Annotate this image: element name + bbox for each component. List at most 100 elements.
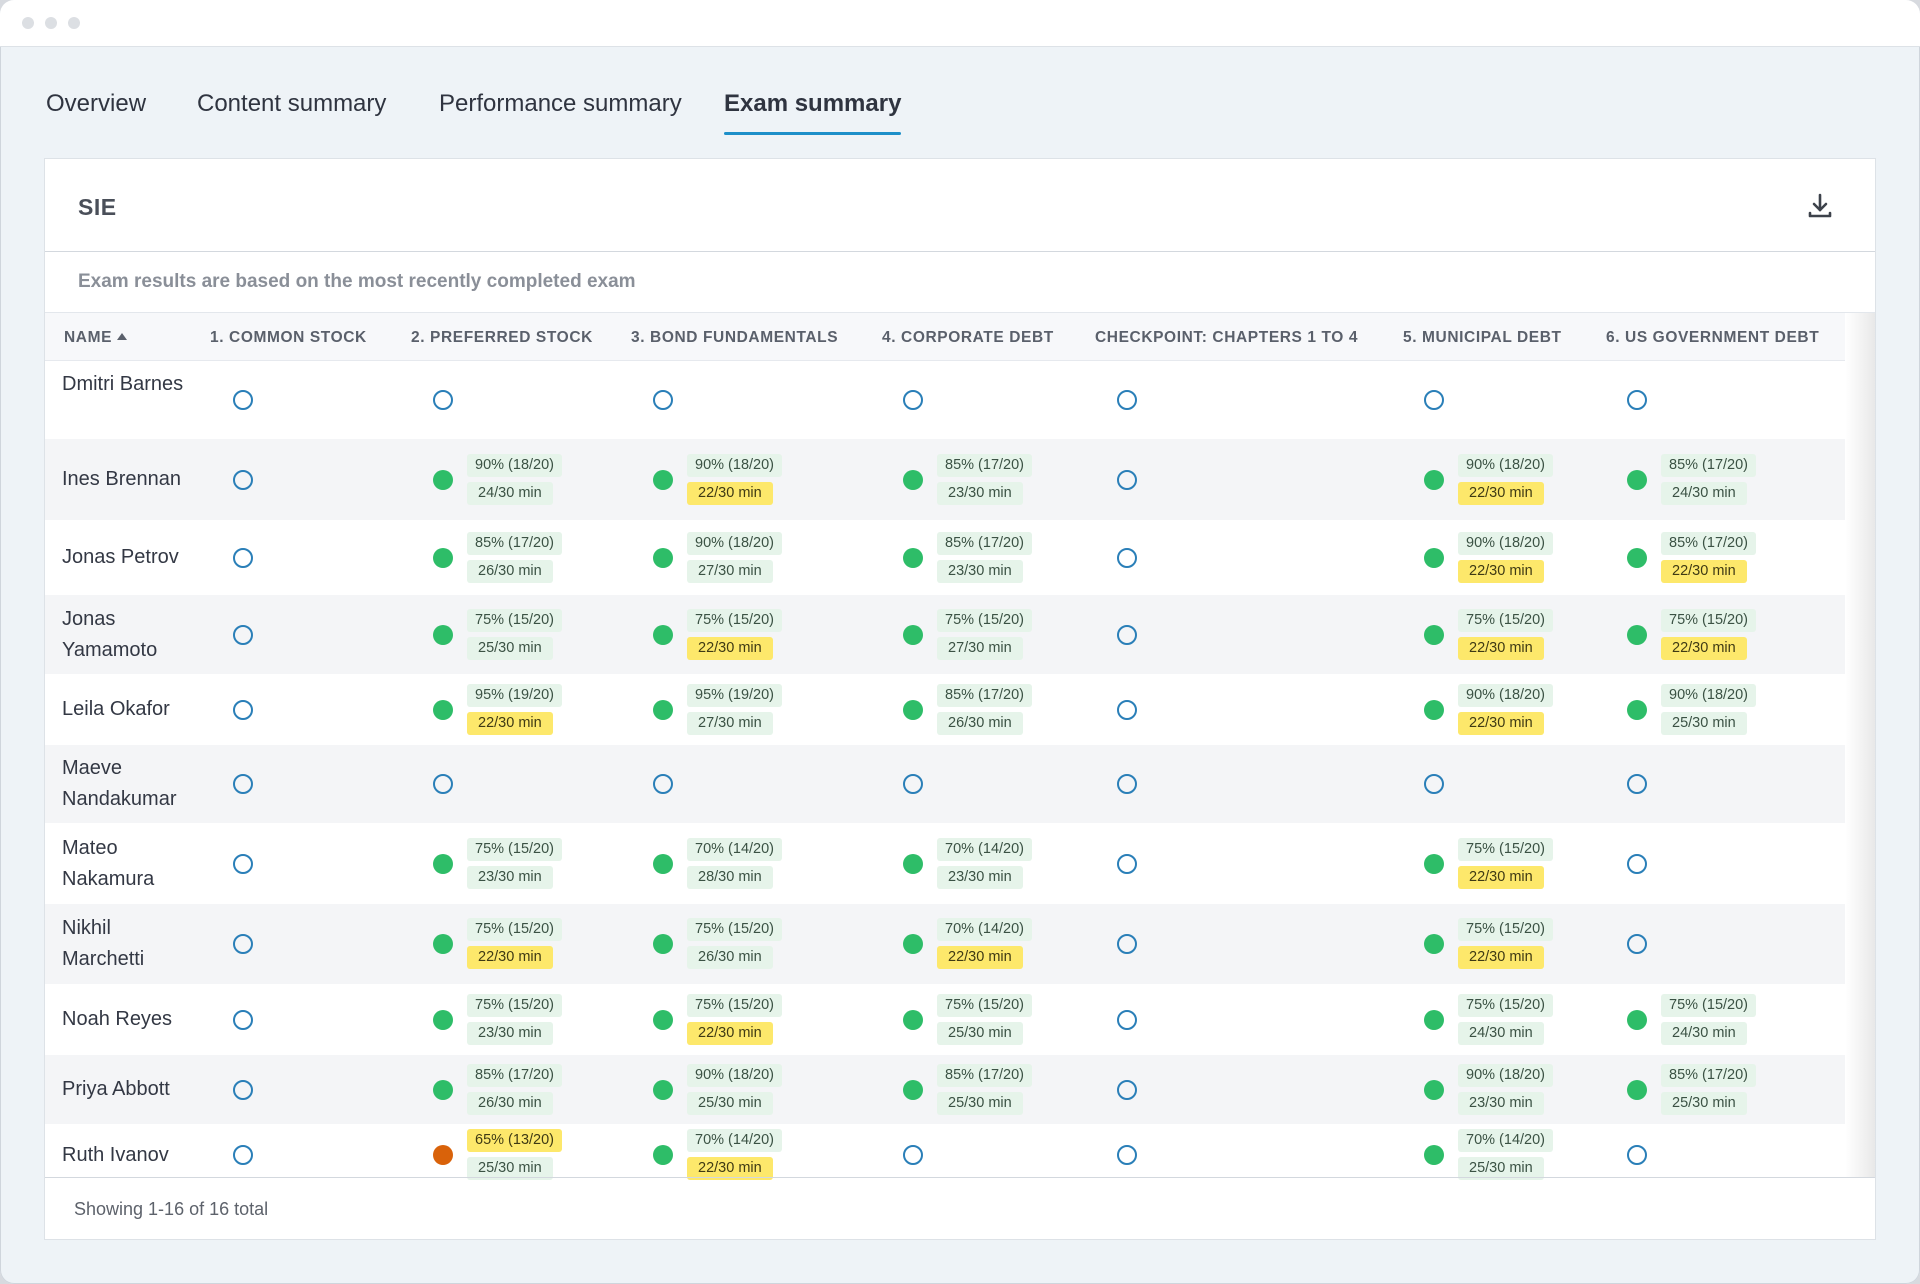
passed-status-dot-us-government-debt[interactable] xyxy=(1627,547,1647,568)
passed-status-dot-preferred-stock[interactable] xyxy=(433,469,453,490)
not-started-status-dot-common-stock[interactable] xyxy=(233,390,253,410)
not-started-status-dot-checkpoint[interactable] xyxy=(1117,774,1137,794)
passed-status-dot-municipal-debt[interactable] xyxy=(1424,469,1444,490)
not-started-status-dot-common-stock[interactable] xyxy=(233,469,253,490)
column-header-municipal-debt[interactable]: 5. MUNICIPAL DEBT xyxy=(1403,329,1562,347)
column-header-us-government-debt[interactable]: 6. US GOVERNMENT DEBT xyxy=(1606,329,1819,347)
passed-status-dot-bond-fundamentals[interactable] xyxy=(653,1145,673,1165)
column-header-preferred-stock[interactable]: 2. PREFERRED STOCK xyxy=(411,329,593,347)
window-minimize-dot[interactable] xyxy=(45,17,57,29)
student-name[interactable]: Maeve Nandakumar xyxy=(62,753,192,815)
not-started-status-dot-corporate-debt[interactable] xyxy=(903,390,923,410)
student-name[interactable]: Mateo Nakamura xyxy=(62,833,192,895)
not-started-status-dot-us-government-debt[interactable] xyxy=(1627,934,1647,954)
window-maximize-dot[interactable] xyxy=(68,17,80,29)
passed-status-dot-preferred-stock[interactable] xyxy=(433,1009,453,1030)
tab-performance-summary[interactable]: Performance summary xyxy=(439,90,682,118)
passed-status-dot-us-government-debt[interactable] xyxy=(1627,624,1647,645)
not-started-status-dot-checkpoint[interactable] xyxy=(1117,1145,1137,1165)
not-started-status-dot-common-stock[interactable] xyxy=(233,853,253,874)
tab-content-summary[interactable]: Content summary xyxy=(197,90,386,118)
student-name[interactable]: Priya Abbott xyxy=(62,1074,192,1105)
passed-status-dot-corporate-debt[interactable] xyxy=(903,469,923,490)
column-header-bond-fundamentals[interactable]: 3. BOND FUNDAMENTALS xyxy=(631,329,838,347)
passed-status-dot-municipal-debt[interactable] xyxy=(1424,547,1444,568)
not-started-status-dot-municipal-debt[interactable] xyxy=(1424,774,1444,794)
passed-status-dot-bond-fundamentals[interactable] xyxy=(653,934,673,954)
passed-status-dot-corporate-debt[interactable] xyxy=(903,547,923,568)
passed-status-dot-preferred-stock[interactable] xyxy=(433,1079,453,1100)
not-started-status-dot-checkpoint[interactable] xyxy=(1117,1079,1137,1100)
passed-status-dot-preferred-stock[interactable] xyxy=(433,624,453,645)
passed-status-dot-us-government-debt[interactable] xyxy=(1627,699,1647,720)
student-name[interactable]: Ines Brennan xyxy=(62,464,192,495)
not-started-status-dot-common-stock[interactable] xyxy=(233,934,253,954)
not-started-status-dot-checkpoint[interactable] xyxy=(1117,547,1137,568)
passed-status-dot-municipal-debt[interactable] xyxy=(1424,1009,1444,1030)
passed-status-dot-bond-fundamentals[interactable] xyxy=(653,853,673,874)
passed-status-dot-preferred-stock[interactable] xyxy=(433,547,453,568)
column-header-corporate-debt[interactable]: 4. CORPORATE DEBT xyxy=(882,329,1054,347)
passed-status-dot-bond-fundamentals[interactable] xyxy=(653,547,673,568)
download-icon[interactable] xyxy=(1805,191,1835,221)
passed-status-dot-bond-fundamentals[interactable] xyxy=(653,699,673,720)
not-started-status-dot-bond-fundamentals[interactable] xyxy=(653,774,673,794)
not-started-status-dot-us-government-debt[interactable] xyxy=(1627,853,1647,874)
passed-status-dot-corporate-debt[interactable] xyxy=(903,934,923,954)
passed-status-dot-municipal-debt[interactable] xyxy=(1424,853,1444,874)
not-started-status-dot-common-stock[interactable] xyxy=(233,1145,253,1165)
passed-status-dot-bond-fundamentals[interactable] xyxy=(653,1079,673,1100)
failed-status-dot-preferred-stock[interactable] xyxy=(433,1145,453,1165)
student-name[interactable]: Dmitri Barnes xyxy=(62,369,192,400)
passed-status-dot-corporate-debt[interactable] xyxy=(903,1079,923,1100)
not-started-status-dot-checkpoint[interactable] xyxy=(1117,699,1137,720)
passed-status-dot-preferred-stock[interactable] xyxy=(433,699,453,720)
passed-status-dot-municipal-debt[interactable] xyxy=(1424,1079,1444,1100)
student-name[interactable]: Jonas Yamamoto xyxy=(62,604,192,666)
not-started-status-dot-checkpoint[interactable] xyxy=(1117,624,1137,645)
passed-status-dot-bond-fundamentals[interactable] xyxy=(653,1009,673,1030)
not-started-status-dot-common-stock[interactable] xyxy=(233,547,253,568)
passed-status-dot-corporate-debt[interactable] xyxy=(903,624,923,645)
passed-status-dot-municipal-debt[interactable] xyxy=(1424,934,1444,954)
not-started-status-dot-checkpoint[interactable] xyxy=(1117,934,1137,954)
not-started-status-dot-preferred-stock[interactable] xyxy=(433,774,453,794)
not-started-status-dot-corporate-debt[interactable] xyxy=(903,774,923,794)
column-header-name[interactable]: NAME xyxy=(64,329,128,347)
not-started-status-dot-checkpoint[interactable] xyxy=(1117,469,1137,490)
not-started-status-dot-common-stock[interactable] xyxy=(233,624,253,645)
passed-status-dot-municipal-debt[interactable] xyxy=(1424,624,1444,645)
tab-overview[interactable]: Overview xyxy=(46,90,146,118)
not-started-status-dot-us-government-debt[interactable] xyxy=(1627,774,1647,794)
not-started-status-dot-common-stock[interactable] xyxy=(233,1079,253,1100)
passed-status-dot-preferred-stock[interactable] xyxy=(433,853,453,874)
not-started-status-dot-checkpoint[interactable] xyxy=(1117,853,1137,874)
passed-status-dot-us-government-debt[interactable] xyxy=(1627,1009,1647,1030)
passed-status-dot-corporate-debt[interactable] xyxy=(903,1009,923,1030)
passed-status-dot-corporate-debt[interactable] xyxy=(903,699,923,720)
passed-status-dot-preferred-stock[interactable] xyxy=(433,934,453,954)
student-name[interactable]: Leila Okafor xyxy=(62,694,192,725)
not-started-status-dot-checkpoint[interactable] xyxy=(1117,1009,1137,1030)
passed-status-dot-municipal-debt[interactable] xyxy=(1424,699,1444,720)
passed-status-dot-us-government-debt[interactable] xyxy=(1627,469,1647,490)
passed-status-dot-us-government-debt[interactable] xyxy=(1627,1079,1647,1100)
not-started-status-dot-preferred-stock[interactable] xyxy=(433,390,453,410)
tab-exam-summary[interactable]: Exam summary xyxy=(724,90,902,135)
student-name[interactable]: Noah Reyes xyxy=(62,1004,192,1035)
passed-status-dot-bond-fundamentals[interactable] xyxy=(653,469,673,490)
column-header-common-stock[interactable]: 1. COMMON STOCK xyxy=(210,329,367,347)
passed-status-dot-bond-fundamentals[interactable] xyxy=(653,624,673,645)
not-started-status-dot-common-stock[interactable] xyxy=(233,774,253,794)
window-close-dot[interactable] xyxy=(22,17,34,29)
not-started-status-dot-corporate-debt[interactable] xyxy=(903,1145,923,1165)
passed-status-dot-municipal-debt[interactable] xyxy=(1424,1145,1444,1165)
not-started-status-dot-bond-fundamentals[interactable] xyxy=(653,390,673,410)
column-header-checkpoint[interactable]: CHECKPOINT: CHAPTERS 1 TO 4 xyxy=(1095,329,1358,347)
student-name[interactable]: Nikhil Marchetti xyxy=(62,913,192,975)
not-started-status-dot-checkpoint[interactable] xyxy=(1117,390,1137,410)
not-started-status-dot-us-government-debt[interactable] xyxy=(1627,390,1647,410)
not-started-status-dot-municipal-debt[interactable] xyxy=(1424,390,1444,410)
student-name[interactable]: Jonas Petrov xyxy=(62,542,192,573)
student-name[interactable]: Ruth Ivanov xyxy=(62,1140,192,1171)
